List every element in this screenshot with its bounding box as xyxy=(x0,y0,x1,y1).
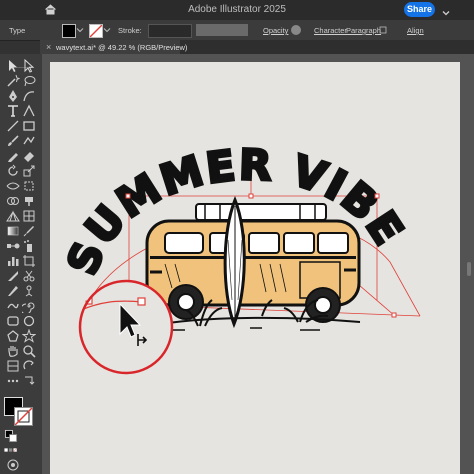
hand-tool-icon[interactable] xyxy=(6,344,20,358)
default-colors-icon[interactable] xyxy=(4,429,18,443)
share-button[interactable]: Share xyxy=(404,2,435,17)
touch-type-tool-icon[interactable] xyxy=(22,104,36,118)
color-mode-buttons[interactable] xyxy=(4,443,38,453)
width-tool-icon[interactable] xyxy=(6,179,20,193)
pencil-tool-icon[interactable] xyxy=(6,149,20,163)
blend-tool-icon[interactable] xyxy=(6,239,20,253)
mesh-tool-icon[interactable] xyxy=(22,209,36,223)
perspective-grid-tool-icon[interactable] xyxy=(6,209,20,223)
ellipse-tool-icon[interactable] xyxy=(22,314,36,328)
stroke-color-swatch[interactable] xyxy=(89,24,103,38)
star-tool-icon[interactable] xyxy=(22,329,36,343)
shaper-tool-icon[interactable] xyxy=(22,134,36,148)
paintbrush-tool-icon[interactable] xyxy=(6,134,20,148)
vertical-scrollbar-thumb[interactable] xyxy=(467,262,471,276)
title-bar: Adobe Illustrator 2025 Share xyxy=(0,0,474,20)
fill-color-swatch[interactable] xyxy=(62,24,76,38)
document-tab[interactable]: × wavytext.ai* @ 49.22 % (RGB/Preview) xyxy=(40,40,187,54)
document-tab-title: wavytext.ai* @ 49.22 % (RGB/Preview) xyxy=(56,43,188,52)
artboard[interactable] xyxy=(50,62,460,474)
paragraph-options-icon[interactable] xyxy=(379,26,387,34)
type-label: Type xyxy=(9,26,26,35)
scale-tool-icon[interactable] xyxy=(22,164,36,178)
character-link[interactable]: Character xyxy=(314,26,347,35)
swap-fill-stroke-icon[interactable] xyxy=(22,374,36,388)
scissors-tool-icon[interactable] xyxy=(22,269,36,283)
knife-tool-icon[interactable] xyxy=(6,284,20,298)
draw-mode-icon[interactable] xyxy=(6,458,20,472)
line-tool-icon[interactable] xyxy=(6,119,20,133)
polygon-tool-icon[interactable] xyxy=(6,329,20,343)
stroke-weight-dropdown[interactable] xyxy=(148,24,192,38)
chevron-down-icon[interactable] xyxy=(76,26,84,34)
control-bar: Type Stroke: Opacity Character Paragraph… xyxy=(0,20,474,41)
magic-wand-tool-icon[interactable] xyxy=(6,74,20,88)
live-paint-tool-icon[interactable] xyxy=(22,194,36,208)
symbol-sprayer-tool-icon[interactable] xyxy=(22,239,36,253)
align-link[interactable]: Align xyxy=(407,26,424,35)
document-tab-bar: × wavytext.ai* @ 49.22 % (RGB/Preview) xyxy=(40,40,474,54)
artboard-tool-icon[interactable] xyxy=(22,254,36,268)
opacity-icon[interactable] xyxy=(291,25,301,35)
rectangle-tool-icon[interactable] xyxy=(22,119,36,133)
direct-selection-tool-icon[interactable] xyxy=(22,59,36,73)
tools-panel xyxy=(0,54,42,474)
style-box[interactable] xyxy=(196,24,248,36)
opacity-link[interactable]: Opacity xyxy=(263,26,288,35)
free-transform-tool-icon[interactable] xyxy=(22,179,36,193)
pen-tool-icon[interactable] xyxy=(6,89,20,103)
rotate-view-tool-icon[interactable] xyxy=(22,359,36,373)
rotate-tool-icon[interactable] xyxy=(6,164,20,178)
slice-tool-icon[interactable] xyxy=(6,269,20,283)
app-title: Adobe Illustrator 2025 xyxy=(188,4,286,15)
chevron-down-icon[interactable] xyxy=(441,5,451,16)
print-tiling-tool-icon[interactable] xyxy=(6,359,20,373)
stroke-color-box[interactable] xyxy=(14,407,33,426)
warp-tool-icon[interactable] xyxy=(6,299,20,313)
curvature-tool-icon[interactable] xyxy=(22,89,36,103)
zoom-tool-icon[interactable] xyxy=(22,344,36,358)
puppet-warp-tool-icon[interactable] xyxy=(22,284,36,298)
eyedropper-tool-icon[interactable] xyxy=(22,224,36,238)
stroke-label: Stroke: xyxy=(118,26,142,35)
twirl-tool-icon[interactable] xyxy=(22,299,36,313)
shape-builder-tool-icon[interactable] xyxy=(6,194,20,208)
selection-tool-icon[interactable] xyxy=(6,59,20,73)
eraser-tool-icon[interactable] xyxy=(22,149,36,163)
chevron-down-icon[interactable] xyxy=(103,26,111,34)
column-graph-tool-icon[interactable] xyxy=(6,254,20,268)
type-tool-icon[interactable] xyxy=(6,104,20,118)
close-icon[interactable]: × xyxy=(46,42,51,52)
lasso-tool-icon[interactable] xyxy=(22,74,36,88)
edit-toolbar-icon[interactable] xyxy=(6,374,20,388)
gradient-tool-icon[interactable] xyxy=(6,224,20,238)
paragraph-link[interactable]: Paragraph xyxy=(346,26,381,35)
rounded-rectangle-tool-icon[interactable] xyxy=(6,314,20,328)
